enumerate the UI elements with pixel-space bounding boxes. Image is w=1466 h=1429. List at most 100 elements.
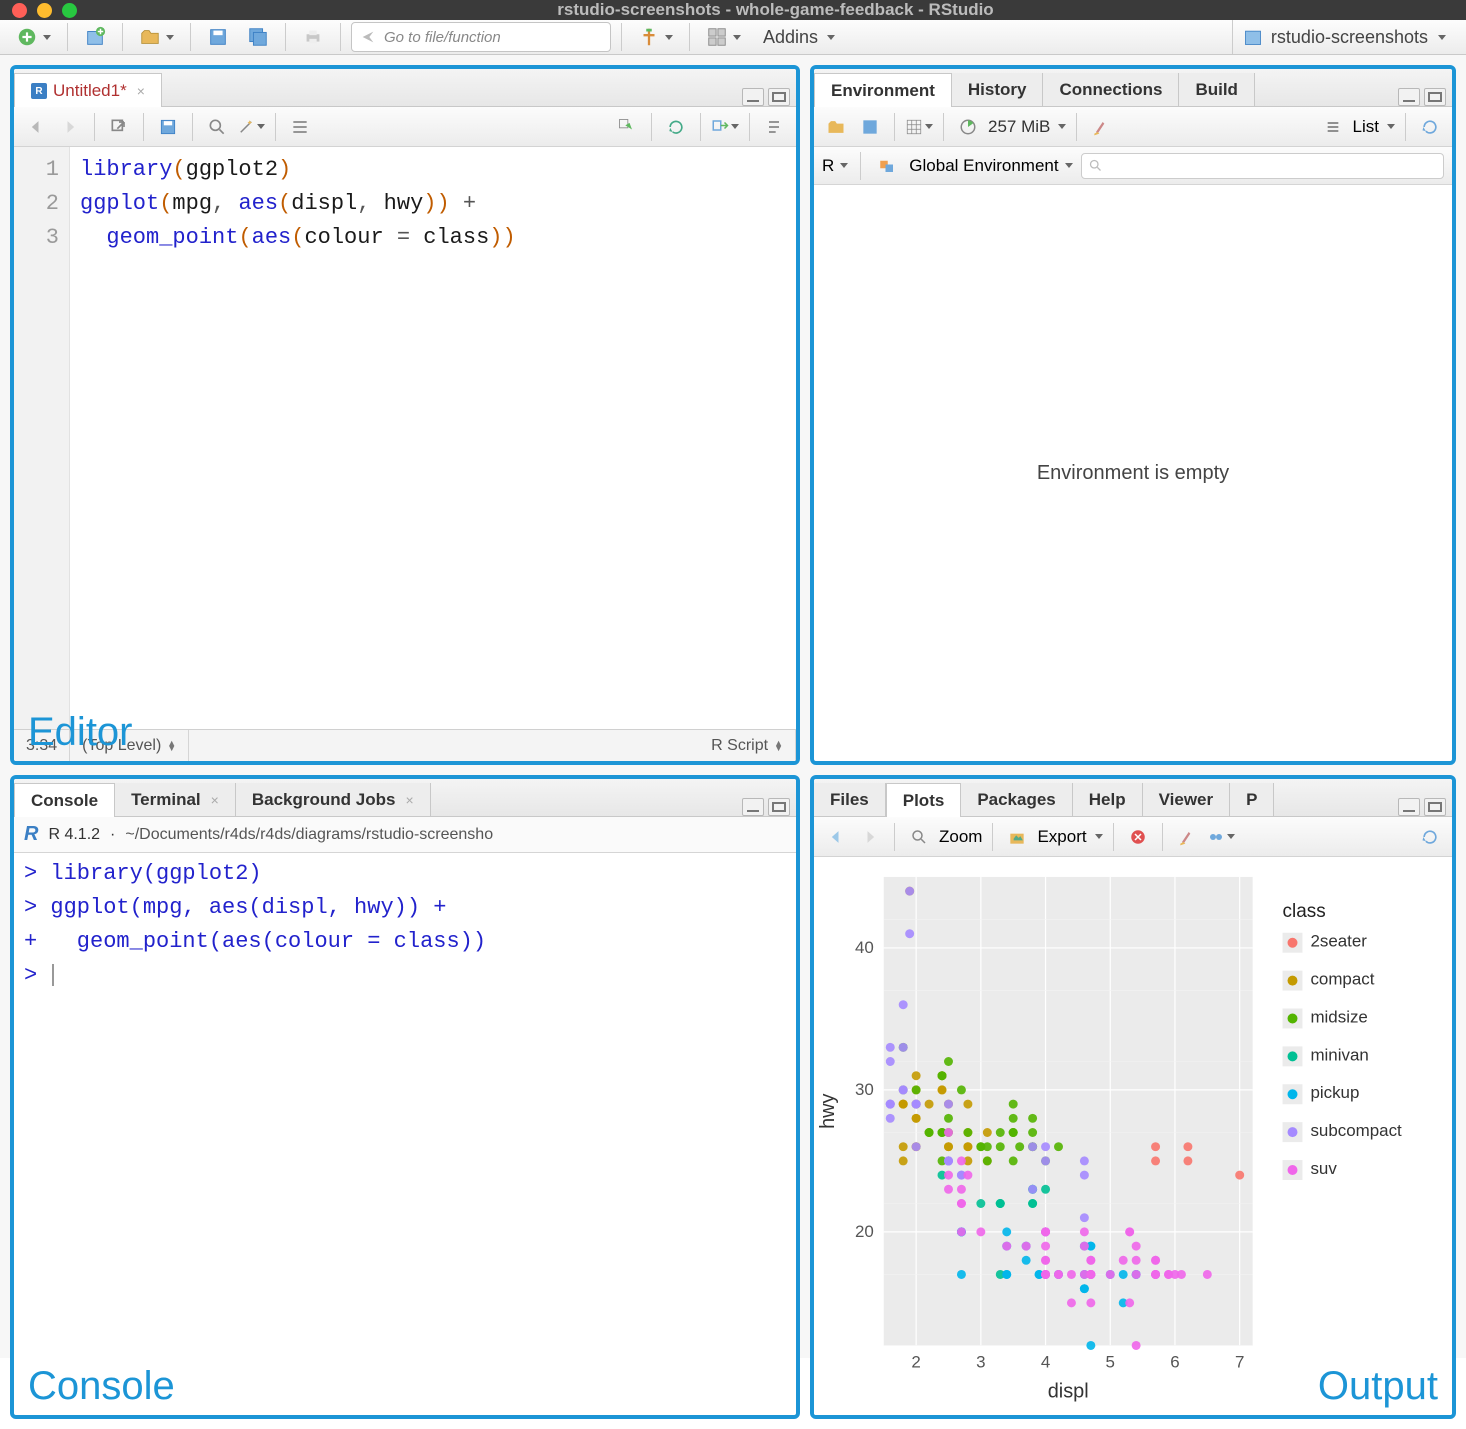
save-icon[interactable] — [154, 114, 182, 140]
close-tab-icon[interactable]: × — [137, 83, 145, 99]
save-all-button[interactable] — [241, 21, 275, 53]
save-workspace-icon[interactable] — [856, 114, 884, 140]
doc-outline-icon[interactable] — [760, 114, 788, 140]
svg-text:40: 40 — [855, 938, 874, 957]
svg-text:displ: displ — [1048, 1380, 1089, 1402]
output-pane: FilesPlotsPackagesHelpViewerP Zoom Expor… — [810, 775, 1456, 1419]
console-tab-console[interactable]: Console — [14, 783, 115, 817]
svg-text:30: 30 — [855, 1080, 874, 1099]
environment-scope-icon[interactable] — [873, 153, 901, 179]
window-titlebar: rstudio-screenshots - whole-game-feedbac… — [0, 0, 1466, 20]
console-tab-terminal[interactable]: Terminal× — [115, 783, 236, 816]
goto-file-input[interactable]: Go to file/function — [351, 22, 611, 52]
run-icon[interactable] — [613, 114, 641, 140]
language-picker[interactable]: R — [822, 156, 848, 176]
main-toolbar: Go to file/function Addins rstudio-scree… — [0, 20, 1466, 55]
plot-prev-icon[interactable] — [822, 824, 850, 850]
environment-search-input[interactable] — [1081, 153, 1444, 179]
wand-icon[interactable] — [237, 114, 265, 140]
popout-icon[interactable] — [105, 114, 133, 140]
svg-text:2: 2 — [911, 1352, 920, 1371]
broom-icon[interactable] — [1087, 114, 1115, 140]
pane-maximize-icon[interactable] — [1424, 88, 1446, 106]
editor-code[interactable]: library(ggplot2)ggplot(mpg, aes(displ, h… — [70, 147, 796, 729]
export-button[interactable]: Export — [1037, 827, 1086, 847]
pane-minimize-icon[interactable] — [742, 88, 764, 106]
back-icon[interactable] — [22, 114, 50, 140]
new-file-button[interactable] — [10, 21, 57, 53]
panes-button[interactable] — [700, 21, 747, 53]
traffic-close-icon[interactable] — [12, 3, 27, 18]
traffic-minimize-icon[interactable] — [37, 3, 52, 18]
outline-icon[interactable] — [286, 114, 314, 140]
output-tab-packages[interactable]: Packages — [961, 783, 1072, 816]
output-tab-files[interactable]: Files — [814, 783, 886, 816]
tools-button[interactable] — [632, 21, 679, 53]
new-project-button[interactable] — [78, 21, 112, 53]
zoom-icon[interactable] — [905, 824, 933, 850]
editor-gutter: 123 — [14, 147, 70, 729]
clear-plots-icon[interactable] — [1173, 824, 1201, 850]
forward-icon[interactable] — [56, 114, 84, 140]
pane-minimize-icon[interactable] — [742, 798, 764, 816]
pane-label-output: Output — [1318, 1364, 1438, 1409]
env-tab-connections[interactable]: Connections — [1043, 73, 1179, 106]
console-tab-background-jobs[interactable]: Background Jobs× — [236, 783, 431, 816]
console-pane: ConsoleTerminal×Background Jobs× R R 4.1… — [10, 775, 800, 1419]
env-tab-build[interactable]: Build — [1179, 73, 1255, 106]
pane-maximize-icon[interactable] — [768, 88, 790, 106]
zoom-button[interactable]: Zoom — [939, 827, 982, 847]
refresh-icon[interactable] — [1416, 114, 1444, 140]
svg-text:4: 4 — [1041, 1352, 1050, 1371]
source-icon[interactable] — [711, 114, 739, 140]
svg-text:hwy: hwy — [817, 1093, 839, 1128]
svg-text:minivan: minivan — [1310, 1045, 1368, 1064]
svg-text:class: class — [1283, 901, 1326, 922]
plot-next-icon[interactable] — [856, 824, 884, 850]
pane-minimize-icon[interactable] — [1398, 798, 1420, 816]
console-body[interactable]: > library(ggplot2)> ggplot(mpg, aes(disp… — [14, 853, 796, 1415]
traffic-zoom-icon[interactable] — [62, 3, 77, 18]
pane-minimize-icon[interactable] — [1398, 88, 1420, 106]
pane-maximize-icon[interactable] — [768, 798, 790, 816]
r-logo-icon: R — [24, 823, 38, 846]
plot-refresh-icon[interactable] — [1416, 824, 1444, 850]
svg-text:midsize: midsize — [1310, 1007, 1367, 1026]
export-icon[interactable] — [1003, 824, 1031, 850]
addins-button[interactable]: Addins — [753, 21, 841, 53]
svg-text:5: 5 — [1106, 1352, 1115, 1371]
env-tab-history[interactable]: History — [952, 73, 1044, 106]
output-tab-plots[interactable]: Plots — [886, 783, 962, 817]
find-icon[interactable] — [203, 114, 231, 140]
print-button[interactable] — [296, 21, 330, 53]
output-tab-p[interactable]: P — [1230, 783, 1274, 816]
list-view-icon[interactable] — [1319, 114, 1347, 140]
environment-empty-message: Environment is empty — [814, 185, 1452, 761]
env-tab-environment[interactable]: Environment — [814, 73, 952, 107]
publish-icon[interactable] — [1207, 824, 1235, 850]
svg-text:2seater: 2seater — [1310, 932, 1367, 951]
rerun-icon[interactable] — [662, 114, 690, 140]
save-button[interactable] — [201, 21, 235, 53]
output-tab-viewer[interactable]: Viewer — [1143, 783, 1231, 816]
pane-label-console: Console — [28, 1364, 175, 1409]
window-title: rstudio-screenshots - whole-game-feedbac… — [97, 0, 1454, 20]
output-tab-help[interactable]: Help — [1073, 783, 1143, 816]
import-dataset-icon[interactable] — [905, 114, 933, 140]
editor-pane: R Untitled1* × — [10, 65, 800, 765]
file-type-picker[interactable]: R Script▲▼ — [699, 730, 796, 761]
open-file-button[interactable] — [133, 21, 180, 53]
editor-tab-untitled1[interactable]: R Untitled1* × — [14, 73, 162, 107]
environment-scope-picker[interactable]: Global Environment — [909, 156, 1072, 176]
memory-icon[interactable] — [954, 114, 982, 140]
svg-text:subcompact: subcompact — [1310, 1121, 1402, 1140]
plot-area: 234567203040displhwyclass2seatercompactm… — [814, 857, 1452, 1415]
working-directory[interactable]: ~/Documents/r4ds/r4ds/diagrams/rstudio-s… — [125, 826, 493, 844]
load-workspace-icon[interactable] — [822, 114, 850, 140]
r-file-icon: R — [31, 83, 47, 99]
pane-label-editor: Editor — [28, 710, 133, 755]
project-picker[interactable]: rstudio-screenshots — [1232, 20, 1456, 54]
svg-text:6: 6 — [1170, 1352, 1179, 1371]
pane-maximize-icon[interactable] — [1424, 798, 1446, 816]
remove-plot-icon[interactable] — [1124, 824, 1152, 850]
